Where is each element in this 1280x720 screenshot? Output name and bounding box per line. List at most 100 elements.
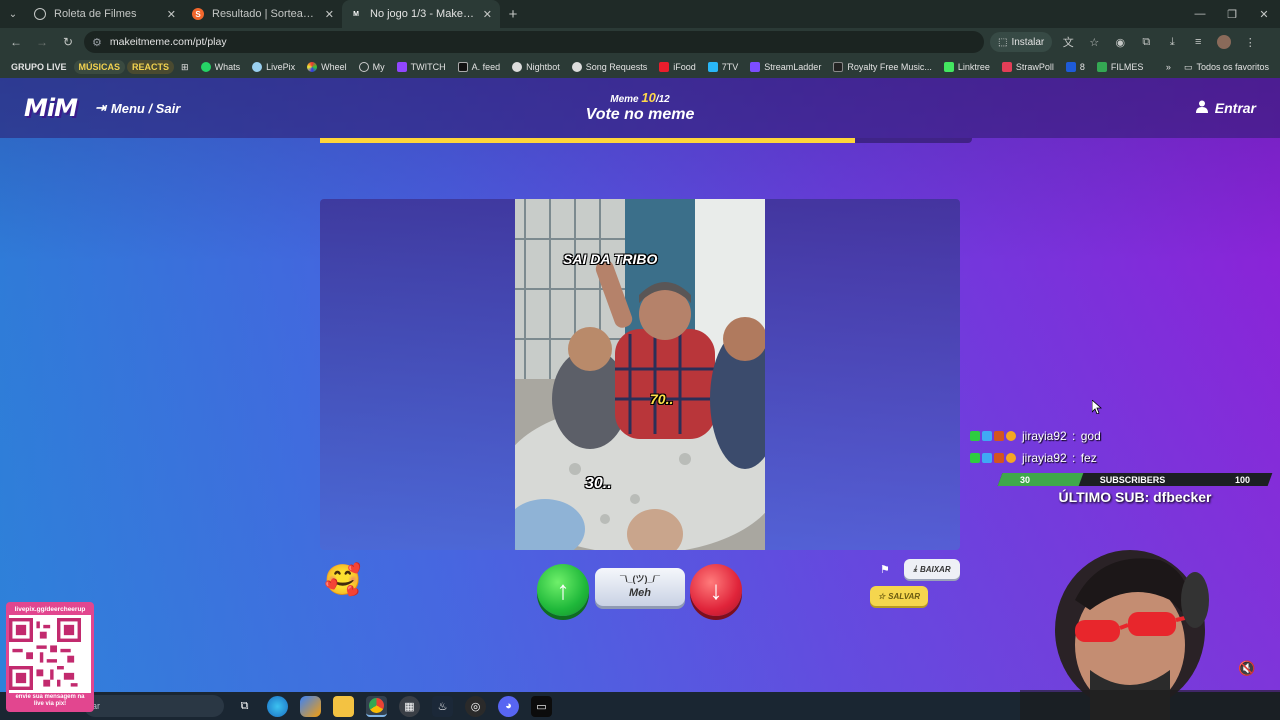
profile-avatar[interactable] bbox=[1214, 32, 1234, 52]
discord-icon[interactable]: ◕ bbox=[498, 695, 519, 717]
meme-caption-middle: 70.. bbox=[650, 391, 674, 407]
close-tab-icon[interactable]: ✕ bbox=[483, 8, 492, 21]
bookmark-filmes[interactable]: FILMES bbox=[1092, 60, 1149, 74]
extensions-icon[interactable]: ⧉ bbox=[1136, 32, 1156, 52]
chat-user: jirayia92 bbox=[1022, 451, 1067, 465]
edge-icon[interactable] bbox=[267, 695, 288, 717]
extension-shield-icon[interactable]: ◉ bbox=[1110, 32, 1130, 52]
restore-icon[interactable]: ❐ bbox=[1216, 0, 1248, 28]
bookmark-my[interactable]: My bbox=[354, 60, 390, 74]
bookmark-8[interactable]: 8 bbox=[1061, 60, 1090, 74]
sub-current: 30 bbox=[1020, 474, 1031, 485]
bookmark-grupo-live[interactable]: GRUPO LIVE bbox=[6, 60, 72, 74]
filmes-icon bbox=[1096, 62, 1107, 72]
bookmark-twitch[interactable]: TWITCH bbox=[392, 60, 451, 74]
install-app-button[interactable]: ⬚ Instalar bbox=[990, 32, 1053, 52]
vote-up-button[interactable]: ↑ bbox=[537, 564, 589, 616]
webcam-feed bbox=[1020, 540, 1280, 720]
bookmark-label: 8 bbox=[1079, 62, 1085, 72]
forward-icon[interactable]: → bbox=[32, 32, 52, 52]
menu-exit-button[interactable]: ⇥ Menu / Sair bbox=[95, 100, 180, 116]
close-window-icon[interactable]: ✕ bbox=[1248, 0, 1280, 28]
save-button[interactable]: ☆ SALVAR bbox=[870, 586, 928, 606]
bookmark-reacts[interactable]: REACTS bbox=[127, 60, 175, 74]
bookmark-wheel[interactable]: Wheel bbox=[302, 60, 352, 74]
translate-icon[interactable]: 文 bbox=[1058, 32, 1078, 52]
my-icon bbox=[358, 62, 369, 72]
app-icon[interactable]: ▦ bbox=[399, 695, 420, 717]
reload-icon[interactable]: ↻ bbox=[58, 32, 78, 52]
meme-panel: SAI DA TRIBO 70.. 30.. bbox=[320, 199, 960, 550]
bookmark-strawpoll[interactable]: StrawPoll bbox=[997, 60, 1059, 74]
bookmark-label: GRUPO LIVE bbox=[11, 62, 67, 72]
url-text: makeitmeme.com/pt/play bbox=[109, 36, 227, 48]
download-icon[interactable]: ⤓ bbox=[1162, 32, 1182, 52]
login-button[interactable]: Entrar bbox=[1195, 100, 1256, 116]
chat-user: jirayia92 bbox=[1022, 429, 1067, 443]
task-view-icon[interactable]: ⧉ bbox=[234, 696, 255, 717]
address-bar[interactable]: ⚙ makeitmeme.com/pt/play bbox=[84, 31, 984, 53]
close-tab-icon[interactable]: ✕ bbox=[325, 8, 334, 21]
7tv-icon bbox=[707, 62, 718, 72]
vote-meh-button[interactable]: ¯\_(ツ)_/¯ Meh bbox=[595, 568, 685, 606]
steam-icon[interactable]: ♨ bbox=[432, 695, 453, 717]
vote-down-button[interactable]: ↓ bbox=[690, 564, 742, 616]
linktree-icon bbox=[943, 62, 954, 72]
download-label: BAIXAR bbox=[919, 564, 951, 574]
chevron-right-icon[interactable]: » bbox=[1166, 62, 1171, 72]
wheel-icon bbox=[307, 62, 318, 72]
mim-logo[interactable]: MiM bbox=[24, 94, 78, 122]
file-explorer-icon[interactable] bbox=[333, 695, 354, 717]
bookmark-label: Royalty Free Music... bbox=[847, 62, 932, 72]
bookmark-royalty[interactable]: Royalty Free Music... bbox=[828, 60, 937, 74]
install-label: Instalar bbox=[1011, 36, 1045, 48]
meh-label: Meh bbox=[629, 587, 651, 599]
chat-separator: : bbox=[1068, 451, 1079, 465]
star-icon: ☆ bbox=[877, 591, 886, 601]
emoji-reaction-button[interactable]: 🥰 bbox=[324, 563, 361, 599]
media-icon[interactable]: ≡ bbox=[1188, 32, 1208, 52]
all-favorites[interactable]: ▭ Todos os favoritos bbox=[1179, 60, 1274, 75]
kebab-menu-icon[interactable]: ⋮ bbox=[1240, 32, 1260, 52]
new-tab-icon[interactable]: + bbox=[500, 0, 526, 28]
apps-grid-icon[interactable]: ⊞ bbox=[176, 60, 194, 75]
site-info-icon[interactable]: ⚙ bbox=[92, 36, 102, 49]
chrome-icon[interactable] bbox=[366, 695, 387, 717]
bookmark-label: iFood bbox=[673, 62, 696, 72]
bookmark-7tv[interactable]: 7TV bbox=[703, 60, 744, 74]
bookmark-label: FILMES bbox=[1110, 62, 1144, 72]
report-flag-icon[interactable]: ⚑ bbox=[880, 563, 890, 576]
bookmark-label: 7TV bbox=[721, 62, 739, 72]
bookmark-song-requests[interactable]: Song Requests bbox=[567, 60, 653, 74]
chat-text: god bbox=[1080, 429, 1101, 443]
bookmark-afeed[interactable]: A. feed bbox=[453, 60, 506, 74]
obs-icon[interactable]: ◎ bbox=[465, 695, 486, 717]
bookmark-ifood[interactable]: iFood bbox=[654, 60, 701, 74]
mouse-cursor-icon bbox=[1092, 400, 1102, 414]
bookmark-nightbot[interactable]: Nightbot bbox=[507, 60, 565, 74]
back-icon[interactable]: ← bbox=[6, 32, 26, 52]
bookmark-streamladder[interactable]: StreamLadder bbox=[745, 60, 826, 74]
terminal-icon[interactable]: ▭ bbox=[531, 695, 552, 717]
tab-make-it-meme[interactable]: M No jogo 1/3 - Make it Meme ✕ bbox=[342, 0, 500, 28]
tab-roleta[interactable]: Roleta de Filmes ✕ bbox=[26, 0, 184, 28]
stream-chat-overlay: jirayia92 : god jirayia92 : fez bbox=[970, 425, 1101, 469]
globe-icon bbox=[34, 8, 46, 20]
bookmark-musicas[interactable]: MÚSICAS bbox=[73, 60, 126, 74]
bookmark-livepix[interactable]: LivePix bbox=[247, 60, 300, 74]
bookmark-label: Linktree bbox=[957, 62, 990, 72]
tab-search-icon[interactable]: ⌄ bbox=[0, 0, 26, 28]
bookmark-linktree[interactable]: Linktree bbox=[939, 60, 995, 74]
close-tab-icon[interactable]: ✕ bbox=[167, 8, 176, 21]
minimize-icon[interactable]: — bbox=[1184, 0, 1216, 28]
bookmark-whats[interactable]: Whats bbox=[196, 60, 246, 74]
copilot-icon[interactable] bbox=[300, 695, 321, 717]
qr-top-text: livepix.gg/deercheerup bbox=[9, 605, 91, 615]
download-button[interactable]: ⤓ BAIXAR bbox=[904, 559, 960, 579]
taskbar-search[interactable]: ar bbox=[84, 695, 224, 717]
tab-sorteador[interactable]: S Resultado | Sorteador.com.br - ✕ bbox=[184, 0, 342, 28]
bookmark-label: My bbox=[372, 62, 385, 72]
star-icon[interactable]: ☆ bbox=[1084, 32, 1104, 52]
bookmark-label: TWITCH bbox=[410, 62, 446, 72]
tab-title: Resultado | Sorteador.com.br - bbox=[212, 8, 317, 20]
